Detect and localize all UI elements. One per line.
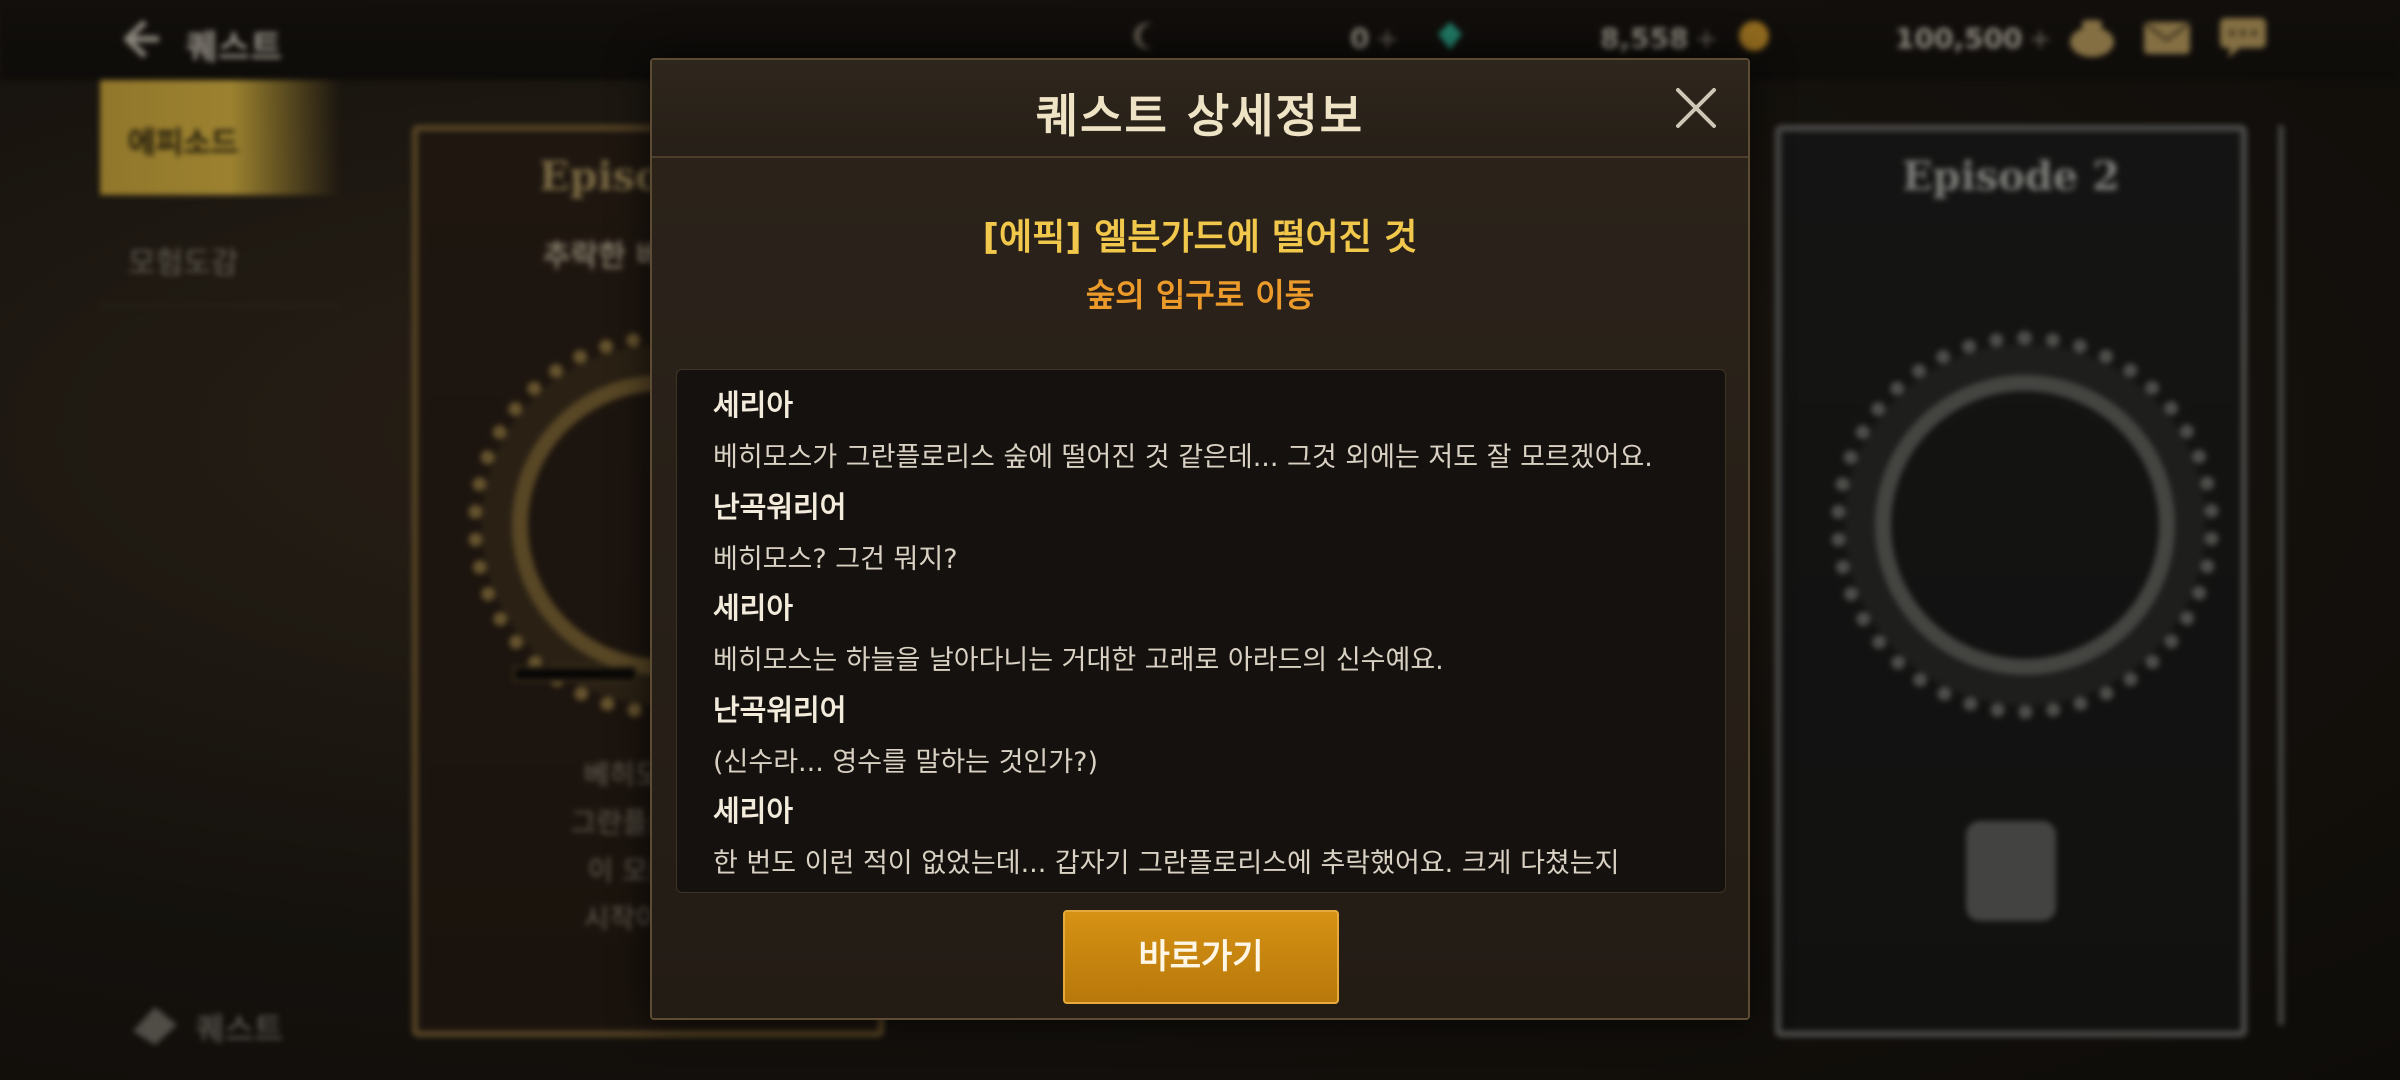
dialogue-speech: 베히모스는 하늘을 날아다니는 거대한 고래로 아라드의 신수예요. [713, 645, 1444, 676]
dialogue-speaker: 세리아 [713, 794, 794, 828]
dialogue-scroll-box[interactable]: 세리아 베히모스가 그란플로리스 숲에 떨어진 것 같은데... 그것 외에는 … [676, 369, 1726, 893]
dialogue-speech: (신수라... 영수를 말하는 것인가?) [713, 747, 1098, 778]
dialogue-speaker: 세리아 [713, 388, 794, 422]
dialog-header: 퀘스트 상세정보 [652, 60, 1748, 158]
quest-detail-dialog: 퀘스트 상세정보 [에픽] 엘븐가드에 떨어진 것 숲의 입구로 이동 세리아 … [650, 58, 1750, 1020]
dialogue-speech: 베히모스가 그란플로리스 숲에 떨어진 것 같은데... 그것 외에는 저도 잘… [713, 442, 1653, 473]
dialogue-speaker: 난곡워리어 [713, 490, 847, 524]
dialogue-speaker: 세리아 [713, 591, 794, 625]
quest-objective: 숲의 입구로 이동 [1085, 276, 1315, 314]
quest-name: [에픽] 엘븐가드에 떨어진 것 [982, 217, 1418, 258]
go-shortcut-button[interactable]: 바로가기 [1063, 910, 1339, 1004]
dialogue-speaker: 난곡워리어 [713, 693, 847, 727]
close-icon[interactable] [1670, 82, 1722, 134]
dialogue-speech: 한 번도 이런 적이 없었는데... 갑자기 그란플로리스에 추락했어요. 크게… [713, 848, 1620, 879]
dialog-title: 퀘스트 상세정보 [1035, 89, 1365, 143]
dialogue-speech: 베히모스? 그건 뭐지? [713, 544, 958, 575]
